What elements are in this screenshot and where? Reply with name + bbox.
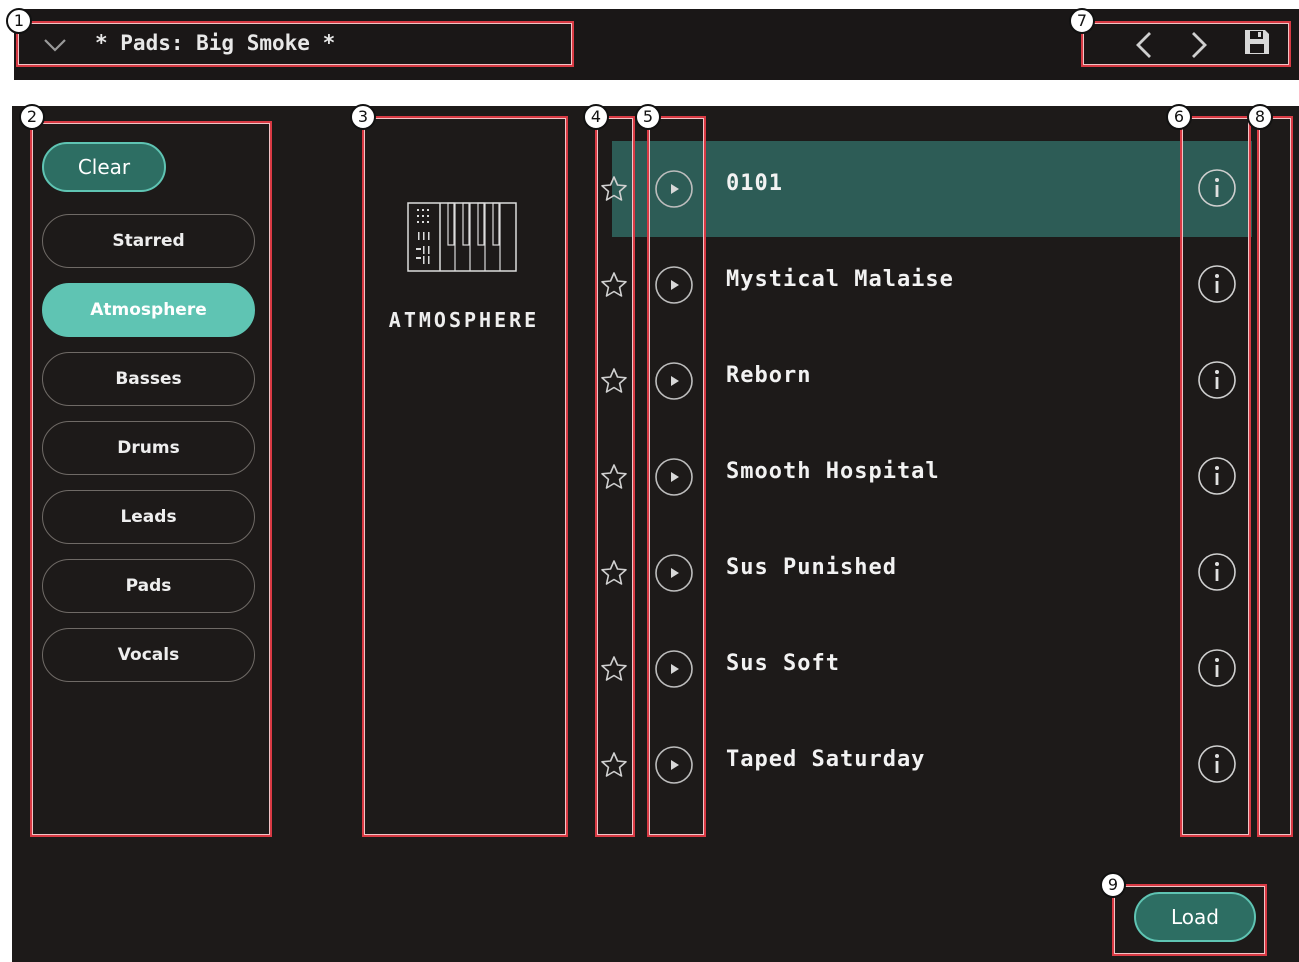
highlight-box-3 — [362, 116, 568, 837]
callout-marker: 8 — [1247, 104, 1273, 130]
highlight-box-4 — [595, 116, 635, 837]
callout-marker: 2 — [19, 104, 45, 130]
highlight-box-5 — [647, 116, 706, 837]
preset-row[interactable]: Taped Saturday — [601, 717, 1252, 813]
highlight-box-2 — [30, 121, 272, 837]
preset-row[interactable]: Mystical Malaise — [601, 237, 1252, 333]
highlight-box-8 — [1257, 116, 1293, 837]
callout-marker: 9 — [1100, 872, 1126, 898]
preset-name: Smooth Hospital — [726, 459, 940, 484]
preset-name: 0101 — [726, 171, 783, 196]
preset-row[interactable]: 0101 — [601, 141, 1252, 237]
preset-name: Sus Punished — [726, 555, 897, 580]
callout-marker: 1 — [6, 8, 32, 34]
preset-name: Reborn — [726, 363, 812, 388]
callout-marker: 3 — [350, 104, 376, 130]
preset-name: Taped Saturday — [726, 747, 926, 772]
preset-row[interactable]: Sus Soft — [601, 621, 1252, 717]
preset-name: Sus Soft — [726, 651, 840, 676]
preset-row[interactable]: Sus Punished — [601, 525, 1252, 621]
preset-name: Mystical Malaise — [726, 267, 954, 292]
preset-row[interactable]: Reborn — [601, 333, 1252, 429]
callout-marker: 6 — [1166, 104, 1192, 130]
callout-marker: 7 — [1069, 8, 1095, 34]
highlight-box-1 — [16, 21, 574, 67]
callout-marker: 5 — [635, 104, 661, 130]
callout-marker: 4 — [583, 104, 609, 130]
preset-row[interactable]: Smooth Hospital — [601, 429, 1252, 525]
highlight-box-9 — [1112, 884, 1267, 956]
highlight-box-7 — [1081, 21, 1291, 67]
highlight-box-6 — [1180, 116, 1251, 837]
